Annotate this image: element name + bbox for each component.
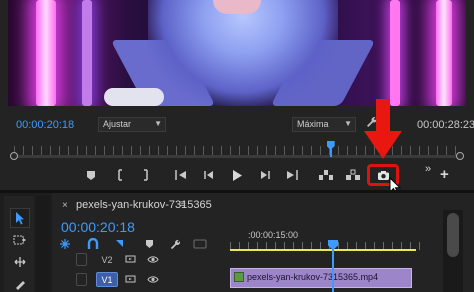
fit-dropdown[interactable]: Ajustar ▼ — [98, 117, 166, 132]
go-to-out-icon — [287, 170, 298, 180]
close-sequence-button[interactable]: × — [62, 200, 68, 211]
source-patch[interactable] — [76, 253, 87, 266]
fit-dropdown-value: Ajustar — [103, 119, 132, 129]
add-marker-button[interactable] — [82, 166, 100, 184]
ripple-edit-tool[interactable] — [10, 252, 30, 272]
step-forward-button[interactable] — [256, 166, 274, 184]
snap-button[interactable] — [86, 238, 100, 250]
captions-button[interactable] — [193, 238, 207, 250]
playhead-timecode[interactable]: 00:00:20:18 — [16, 119, 74, 131]
panel-gutter — [36, 196, 50, 292]
playback-resolution-dropdown[interactable]: Máxima ▼ — [292, 117, 356, 132]
monitor-playhead-line — [329, 149, 332, 157]
video-clip[interactable]: pexels-yan-krukov-7315365.mp4 — [230, 268, 412, 288]
nest-sequence-button[interactable] — [58, 238, 72, 250]
eye-icon[interactable] — [146, 253, 159, 265]
extract-icon — [346, 169, 360, 180]
figure-jeans — [148, 0, 338, 106]
mark-in-button[interactable] — [111, 166, 129, 184]
arrow-head — [364, 131, 402, 159]
track-select-icon — [13, 235, 26, 245]
zoom-handle-left[interactable] — [10, 152, 18, 160]
chevron-down-icon: ▼ — [344, 119, 352, 128]
marker-icon — [145, 240, 153, 248]
chevron-down-icon: ▼ — [154, 119, 162, 128]
selection-tool[interactable] — [10, 208, 30, 228]
timeline-playhead-line — [332, 249, 334, 292]
scrollbar-thumb[interactable] — [447, 213, 459, 257]
playback-resolution-value: Máxima — [297, 119, 329, 129]
clip-name: pexels-yan-krukov-7315365.mp4 — [247, 272, 379, 282]
razor-icon — [16, 281, 25, 290]
step-back-icon — [204, 171, 213, 179]
captions-icon — [193, 239, 207, 249]
arrow-shaft — [376, 99, 390, 133]
play-button[interactable] — [228, 166, 246, 184]
mark-out-button[interactable] — [137, 166, 155, 184]
mark-in-icon — [118, 169, 122, 181]
link-icon — [116, 240, 123, 247]
program-monitor-panel: 00:00:20:18 Ajustar ▼ Máxima ▼ 00:00:28:… — [0, 0, 474, 190]
figure-shoe — [104, 88, 164, 106]
mark-out-icon — [144, 169, 148, 181]
fx-badge-icon — [234, 272, 244, 282]
sync-lock-icon[interactable] — [124, 273, 137, 285]
panel-menu-button[interactable]: ≡ — [180, 199, 186, 210]
neon-light-tube — [436, 0, 452, 106]
timeline-settings-button[interactable] — [168, 238, 182, 250]
button-editor-button[interactable]: + — [440, 166, 449, 183]
lift-icon — [319, 170, 333, 180]
timeline-timecode[interactable]: 00:00:20:18 — [61, 219, 135, 235]
red-annotation-arrow — [364, 99, 402, 159]
sequence-tab[interactable]: pexels-yan-krukov-7315365 — [76, 199, 212, 211]
track-header-v1: V1 — [52, 270, 224, 288]
magnet-icon — [87, 238, 99, 249]
linked-selection-button[interactable] — [113, 238, 127, 250]
video-preview — [8, 0, 466, 106]
ripple-edit-icon — [14, 257, 26, 267]
premiere-workspace: 00:00:20:18 Ajustar ▼ Máxima ▼ 00:00:28:… — [0, 0, 474, 292]
ruler-timecode-label: :00:00:15:00 — [248, 230, 299, 240]
step-forward-icon — [261, 171, 270, 179]
extract-button[interactable] — [344, 166, 362, 184]
track-target-v1[interactable]: V1 — [96, 272, 118, 287]
go-to-in-button[interactable] — [172, 166, 190, 184]
go-to-in-icon — [175, 170, 186, 180]
track-header-v2: V2 — [52, 250, 224, 268]
nest-icon — [60, 239, 70, 249]
camera-icon — [377, 170, 389, 180]
selection-arrow-icon — [16, 212, 24, 225]
neon-light-tube — [390, 0, 400, 106]
marker-icon — [87, 170, 95, 180]
wrench-icon — [170, 239, 180, 249]
tools-panel — [4, 196, 34, 292]
more-controls-button[interactable]: » — [425, 163, 431, 175]
add-marker-timeline-button[interactable] — [142, 238, 156, 250]
go-to-out-button[interactable] — [283, 166, 301, 184]
figure-waist — [213, 0, 261, 14]
zoom-handle-right[interactable] — [456, 152, 464, 160]
step-back-button[interactable] — [200, 166, 218, 184]
source-patch[interactable] — [76, 273, 87, 286]
lift-button[interactable] — [317, 166, 335, 184]
razor-tool[interactable] — [10, 274, 30, 292]
track-select-tool[interactable] — [10, 230, 30, 250]
neon-light-tube — [82, 0, 92, 106]
work-area-bar[interactable] — [230, 249, 416, 251]
play-icon — [233, 169, 242, 181]
duration-timecode: 00:00:28:23 — [417, 119, 474, 131]
sync-lock-icon[interactable] — [124, 253, 137, 265]
neon-light-tube — [36, 0, 56, 106]
track-target-v2[interactable]: V2 — [96, 252, 118, 267]
eye-icon[interactable] — [146, 273, 159, 285]
